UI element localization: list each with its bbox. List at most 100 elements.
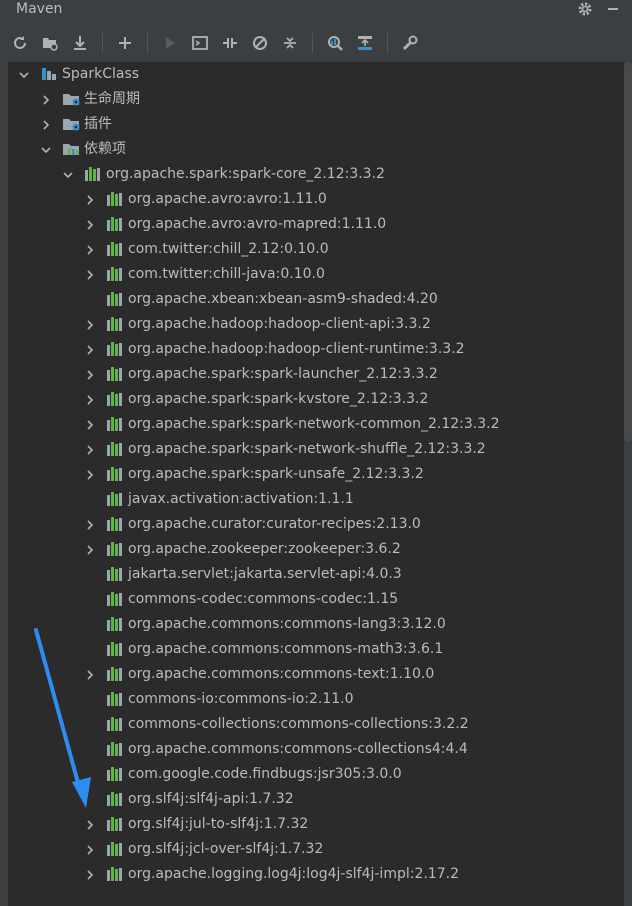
generate-sources-icon[interactable] [38,31,62,55]
skip-tests-icon[interactable] [248,31,272,55]
dependency-row[interactable]: org.apache.hadoop:hadoop-client-api:3.3.… [8,312,624,337]
tree-row[interactable]: SparkClass [8,62,624,87]
chevron-right-icon[interactable] [84,844,96,856]
chevron-right-icon[interactable] [84,319,96,331]
reload-icon[interactable] [8,31,32,55]
chevron-right-icon[interactable] [40,119,52,131]
dependency-row[interactable]: org.apache.spark:spark-kvstore_2.12:3.3.… [8,387,624,412]
library-icon [106,791,124,807]
dependency-row[interactable]: com.twitter:chill-java:0.10.0 [8,262,624,287]
dependency-row[interactable]: org.apache.commons:commons-math3:3.6.1 [8,637,624,662]
tree-row-label: org.apache.logging.log4j:log4j-slf4j-imp… [128,866,459,882]
dependency-row[interactable]: org.apache.spark:spark-network-common_2.… [8,412,624,437]
show-diagram-icon[interactable] [353,31,377,55]
dependency-row[interactable]: com.twitter:chill_2.12:0.10.0 [8,237,624,262]
tree-row-label: org.apache.commons:commons-text:1.10.0 [128,666,435,682]
tree-row-label: org.apache.spark:spark-kvstore_2.12:3.3.… [128,391,429,407]
chevron-down-icon[interactable] [40,144,52,156]
library-icon [106,691,124,707]
toggle-offline-icon[interactable] [218,31,242,55]
tree-row-label: javax.activation:activation:1.1.1 [128,491,354,507]
add-icon[interactable] [113,31,137,55]
chevron-down-icon[interactable] [18,69,30,81]
tree-row-label: SparkClass [62,66,140,82]
chevron-right-icon[interactable] [84,244,96,256]
chevron-right-icon[interactable] [84,344,96,356]
tree-row-label: org.apache.commons:commons-lang3:3.12.0 [128,616,446,632]
chevron-right-icon[interactable] [84,819,96,831]
minimize-icon[interactable] [604,0,622,18]
chevron-right-icon[interactable] [84,269,96,281]
dependency-row[interactable]: org.slf4j:slf4j-api:1.7.32 [8,787,624,812]
dependency-row[interactable]: org.apache.curator:curator-recipes:2.13.… [8,512,624,537]
dependency-row[interactable]: org.apache.spark:spark-unsafe_2.12:3.3.2 [8,462,624,487]
chevron-right-icon[interactable] [84,444,96,456]
dependency-row[interactable]: org.slf4j:jul-to-slf4j:1.7.32 [8,812,624,837]
tree-row-label: com.twitter:chill_2.12:0.10.0 [128,241,329,257]
library-icon [106,391,124,407]
chevron-down-icon[interactable] [62,169,74,181]
dependency-row[interactable]: org.apache.avro:avro:1.11.0 [8,187,624,212]
chevron-right-icon[interactable] [84,869,96,881]
execute-goal-icon[interactable] [188,31,212,55]
dependency-row[interactable]: com.google.code.findbugs:jsr305:3.0.0 [8,762,624,787]
chevron-right-icon[interactable] [84,219,96,231]
dependency-row[interactable]: org.apache.commons:commons-collections4:… [8,737,624,762]
tree-row-label: 依赖项 [84,141,126,157]
dependency-row[interactable]: org.apache.spark:spark-launcher_2.12:3.3… [8,362,624,387]
dependencies-folder-icon [62,141,80,157]
tree-row[interactable]: 生命周期 [8,87,624,112]
toolbar-separator [312,33,313,53]
tree-scrollbar[interactable] [624,62,632,442]
chevron-right-icon[interactable] [84,544,96,556]
header-actions [576,0,622,18]
dependency-row[interactable]: org.apache.logging.log4j:log4j-slf4j-imp… [8,862,624,887]
dependency-row[interactable]: org.apache.commons:commons-lang3:3.12.0 [8,612,624,637]
collapse-all-icon[interactable] [278,31,302,55]
run-icon[interactable] [158,31,182,55]
dependency-row[interactable]: org.apache.zookeeper:zookeeper:3.6.2 [8,537,624,562]
chevron-right-icon[interactable] [84,369,96,381]
dependency-row[interactable]: org.apache.avro:avro-mapred:1.11.0 [8,212,624,237]
tree-row-label: org.apache.commons:commons-math3:3.6.1 [128,641,444,657]
tree-row-label: org.slf4j:jcl-over-slf4j:1.7.32 [128,841,324,857]
chevron-right-icon[interactable] [84,469,96,481]
tool-window-header: Maven [0,0,632,20]
dependency-row[interactable]: org.apache.spark:spark-network-shuffle_2… [8,437,624,462]
tree-row-label: org.apache.avro:avro-mapred:1.11.0 [128,216,387,232]
tree-row-label: org.apache.avro:avro:1.11.0 [128,191,327,207]
dependency-row[interactable]: jakarta.servlet:jakarta.servlet-api:4.0.… [8,562,624,587]
dependency-row[interactable]: org.apache.xbean:xbean-asm9-shaded:4.20 [8,287,624,312]
tree-row-label: org.apache.spark:spark-launcher_2.12:3.3… [128,366,438,382]
library-icon [106,416,124,432]
maven-project-tree[interactable]: SparkClass 生命周期 插件依赖项 org.apache.spark:spar… [8,62,624,906]
tree-row[interactable]: 依赖项 [8,137,624,162]
library-icon [106,216,124,232]
tool-window-title: Maven [16,1,63,17]
chevron-right-icon[interactable] [84,394,96,406]
settings-wrench-icon[interactable] [398,31,422,55]
gear-icon[interactable] [576,0,594,18]
chevron-right-icon[interactable] [84,194,96,206]
analyze-dependencies-icon[interactable] [323,31,347,55]
dependency-row[interactable]: javax.activation:activation:1.1.1 [8,487,624,512]
tree-row-label: org.apache.spark:spark-core_2.12:3.3.2 [106,166,385,182]
dependency-row[interactable]: org.apache.commons:commons-text:1.10.0 [8,662,624,687]
library-icon [106,291,124,307]
tree-row-label: org.apache.commons:commons-collections4:… [128,741,468,757]
dependency-row[interactable]: org.slf4j:jcl-over-slf4j:1.7.32 [8,837,624,862]
library-icon [106,341,124,357]
chevron-right-icon[interactable] [84,519,96,531]
chevron-right-icon[interactable] [84,419,96,431]
dependency-row[interactable]: commons-io:commons-io:2.11.0 [8,687,624,712]
tree-row[interactable]: org.apache.spark:spark-core_2.12:3.3.2 [8,162,624,187]
chevron-right-icon[interactable] [40,94,52,106]
library-icon [106,441,124,457]
tree-row[interactable]: 插件 [8,112,624,137]
tree-row-label: org.apache.spark:spark-network-common_2.… [128,416,500,432]
download-icon[interactable] [68,31,92,55]
dependency-row[interactable]: commons-codec:commons-codec:1.15 [8,587,624,612]
dependency-row[interactable]: commons-collections:commons-collections:… [8,712,624,737]
chevron-right-icon[interactable] [84,669,96,681]
dependency-row[interactable]: org.apache.hadoop:hadoop-client-runtime:… [8,337,624,362]
